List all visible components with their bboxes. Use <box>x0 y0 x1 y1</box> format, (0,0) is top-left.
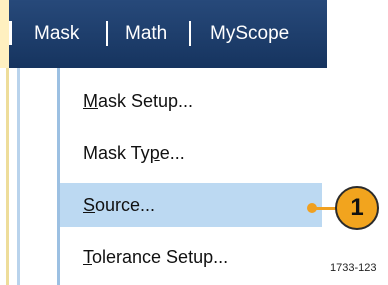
menu-math[interactable]: Math <box>125 21 167 47</box>
rail-left-blue <box>17 68 20 285</box>
step-callout-badge: 1 <box>335 186 379 230</box>
menu-option-mask-setup[interactable]: Mask Setup... <box>60 79 322 123</box>
menu-option-label: Tolerance Setup... <box>83 247 229 267</box>
mask-dropdown-menu: Mask Setup... Mask Type... Source... Tol… <box>57 68 322 285</box>
rail-left-yellow <box>6 68 9 285</box>
callout-leader-dot <box>307 203 317 213</box>
menu-bar-accent <box>0 0 9 68</box>
menu-mask[interactable]: Mask <box>34 21 79 47</box>
menu-separator-left <box>9 21 12 45</box>
menu-option-tolerance-setup[interactable]: Tolerance Setup... <box>60 235 322 279</box>
menu-bar: Mask Math MyScope <box>0 0 327 68</box>
menu-option-mask-type[interactable]: Mask Type... <box>60 131 322 175</box>
menu-option-label: Source... <box>83 195 156 215</box>
menu-myscope[interactable]: MyScope <box>210 21 289 47</box>
menu-separator <box>189 21 191 46</box>
menu-option-label: Mask Setup... <box>83 91 194 111</box>
figure-id: 1733-123 <box>330 262 377 274</box>
menu-separator <box>106 21 108 46</box>
menu-option-label: Mask Type... <box>83 143 185 163</box>
menu-option-source[interactable]: Source... <box>60 183 322 227</box>
